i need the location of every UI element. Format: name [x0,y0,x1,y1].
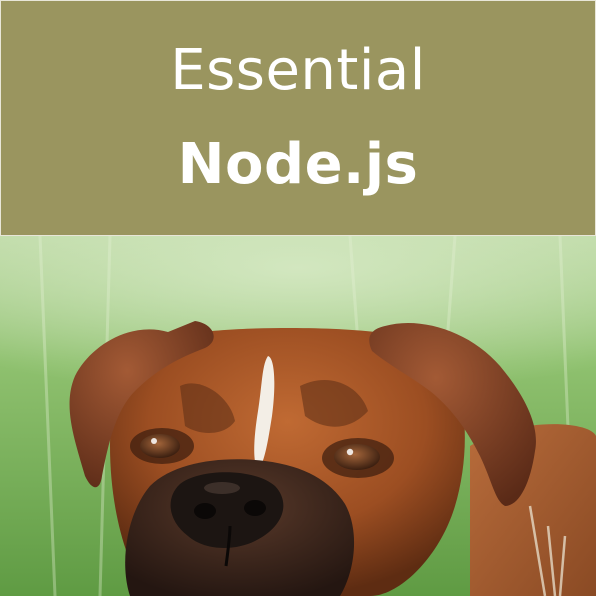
title-essential: Essential [170,38,426,103]
title-band: Essential Node.js [0,0,596,236]
boxer-dog-photo [0,236,596,596]
title-nodejs: Node.js [177,132,419,197]
dog-eye-right [334,444,380,470]
dog-eye-left [140,434,180,458]
book-cover: Essential Node.js [0,0,596,596]
